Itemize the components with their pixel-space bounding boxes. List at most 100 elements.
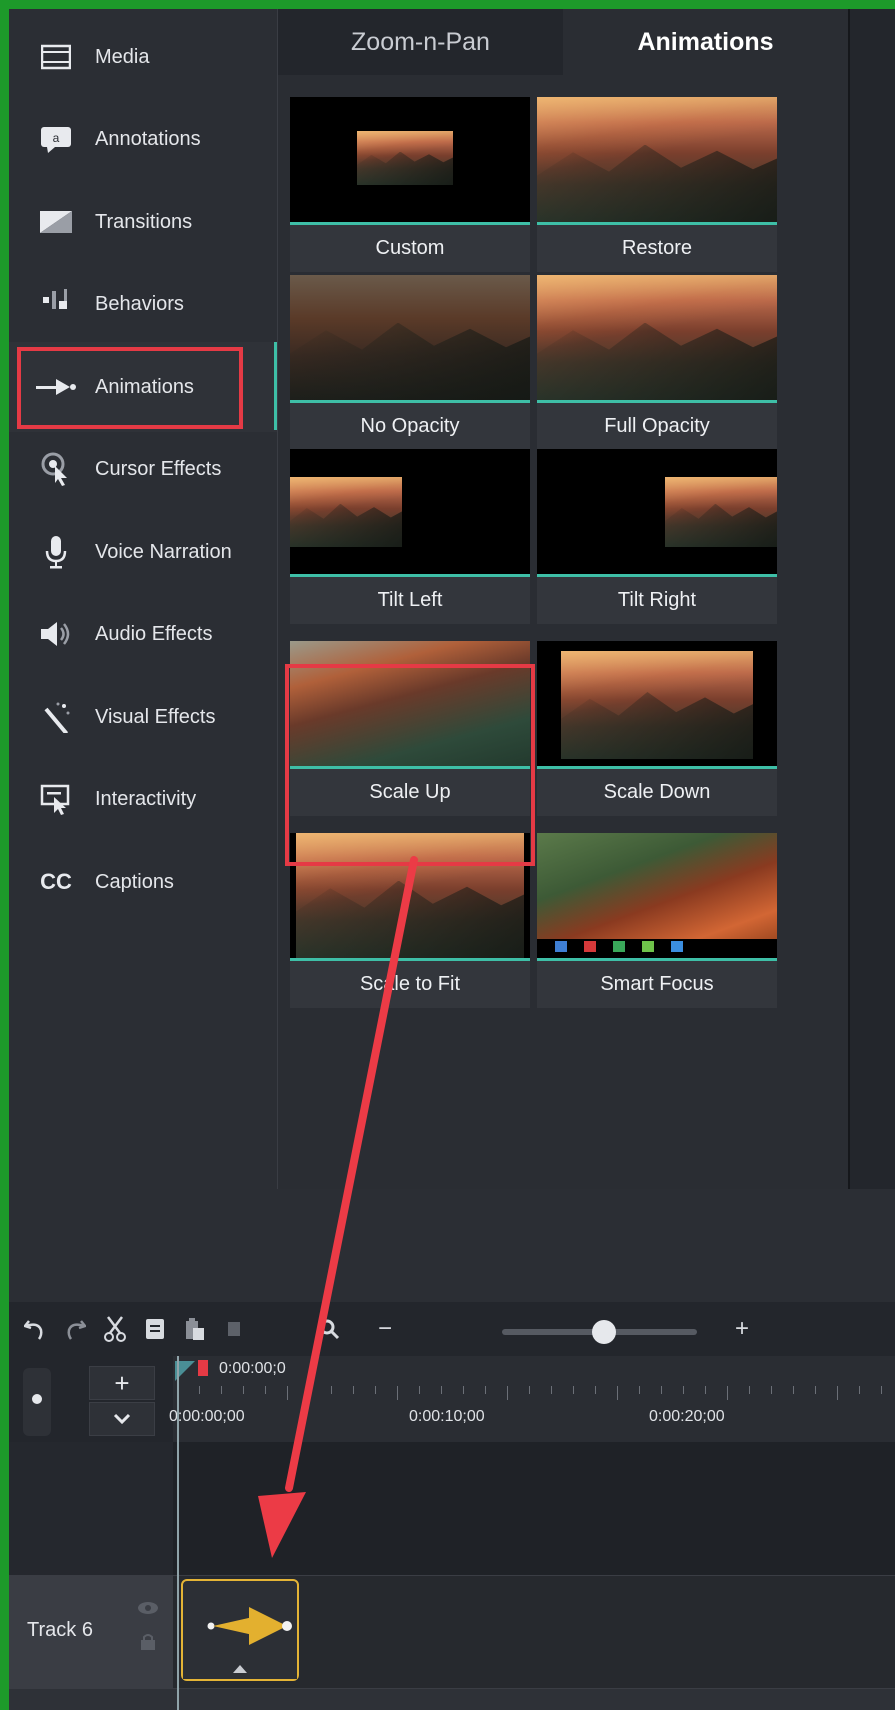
animation-label: Smart Focus — [600, 973, 714, 995]
cut-icon[interactable] — [95, 1309, 135, 1349]
active-indicator — [274, 342, 277, 430]
zoom-slider-knob[interactable] — [592, 1320, 616, 1344]
ruler-tick — [331, 1386, 332, 1394]
sidebar-item-label: Interactivity — [95, 787, 197, 810]
animation-thumbnail — [290, 449, 530, 577]
animation-label: Scale to Fit — [359, 973, 461, 995]
magic-wand-icon — [35, 696, 77, 738]
animation-tile-full-opacity[interactable]: Full Opacity — [537, 275, 777, 450]
interactivity-icon — [35, 778, 77, 820]
ruler-tick — [881, 1386, 882, 1394]
sidebar-item-visual-effects[interactable]: Visual Effects — [9, 672, 277, 762]
ruler-tick — [683, 1386, 684, 1394]
animation-thumbnail — [537, 449, 777, 577]
sidebar-item-label: Behaviors — [95, 292, 184, 315]
speaker-icon — [35, 613, 77, 655]
playhead-marker[interactable] — [198, 1360, 208, 1376]
animation-label: Tilt Left — [377, 589, 443, 611]
camtasia-window: Media a Annotations Transitions Behavior… — [9, 9, 895, 1710]
sidebar-item-label: Voice Narration — [95, 540, 232, 563]
eye-icon[interactable] — [137, 1601, 159, 1620]
ruler-tick — [727, 1386, 728, 1400]
ruler-tick — [287, 1386, 288, 1400]
ruler-tick — [749, 1386, 750, 1394]
playhead-time: 0:00:00;0 — [219, 1360, 286, 1377]
ruler-tick — [441, 1386, 442, 1394]
track-options-button[interactable] — [89, 1402, 155, 1436]
animation-tile-scale-down[interactable]: Scale Down — [537, 641, 777, 816]
cursor-effects-icon — [35, 448, 77, 490]
lock-icon[interactable] — [140, 1633, 156, 1656]
sidebar-item-animations[interactable]: Animations — [9, 342, 277, 432]
animation-tile-smart-focus[interactable]: Smart Focus — [537, 833, 777, 1008]
zoom-search-icon[interactable] — [309, 1309, 349, 1349]
animation-tile-restore[interactable]: Restore — [537, 97, 777, 272]
sidebar-item-voice-narration[interactable]: Voice Narration — [9, 507, 277, 597]
copy-icon[interactable] — [135, 1309, 175, 1349]
animation-thumbnail — [537, 641, 777, 769]
animation-clip[interactable] — [181, 1579, 299, 1681]
ruler-tick — [771, 1386, 772, 1394]
animation-tile-tilt-right[interactable]: Tilt Right — [537, 449, 777, 624]
tab-animations[interactable]: Animations — [563, 9, 848, 75]
sidebar-item-annotations[interactable]: a Annotations — [9, 94, 277, 184]
ruler-tick — [595, 1386, 596, 1394]
animation-label: Scale Up — [369, 781, 451, 803]
redo-icon[interactable] — [55, 1309, 95, 1349]
playhead-line — [177, 1356, 179, 1710]
add-track-button[interactable]: + — [89, 1366, 155, 1400]
animation-thumbnail — [290, 275, 530, 403]
ruler-tick — [485, 1386, 486, 1394]
panel-divider — [9, 1189, 895, 1302]
tools-sidebar: Media a Annotations Transitions Behavior… — [9, 9, 278, 1189]
ruler-tick — [309, 1386, 310, 1394]
ruler-tick — [221, 1386, 222, 1394]
animation-tile-no-opacity[interactable]: No Opacity — [290, 275, 530, 450]
animation-label: Custom — [375, 237, 445, 259]
track-header[interactable]: Track 6 — [9, 1575, 173, 1688]
ruler-tick — [463, 1386, 464, 1394]
split-icon[interactable] — [215, 1309, 255, 1349]
microphone-icon — [35, 531, 77, 573]
animation-arrow-icon — [35, 366, 77, 408]
undo-icon[interactable] — [15, 1309, 55, 1349]
ruler-tick — [837, 1386, 838, 1400]
ruler-tick — [573, 1386, 574, 1394]
ruler-tick — [815, 1386, 816, 1394]
animation-tile-scale-up[interactable]: Scale Up — [290, 641, 530, 816]
ruler-tick — [397, 1386, 398, 1400]
sidebar-item-media[interactable]: Media — [9, 12, 277, 102]
animation-thumbnail — [537, 97, 777, 225]
sidebar-item-transitions[interactable]: Transitions — [9, 177, 277, 267]
sidebar-item-label: Transitions — [95, 210, 193, 233]
animation-tile-scale-to-fit[interactable]: Scale to Fit — [290, 833, 530, 1008]
sidebar-item-captions[interactable]: CC Captions — [9, 837, 277, 927]
cc-icon: CC — [40, 869, 72, 894]
sidebar-item-behaviors[interactable]: Behaviors — [9, 259, 277, 349]
paste-icon[interactable] — [175, 1309, 215, 1349]
animation-label: Tilt Right — [617, 589, 697, 611]
ruler-tick — [793, 1386, 794, 1394]
animation-label: Restore — [621, 237, 693, 259]
sidebar-item-label: Visual Effects — [95, 705, 216, 728]
zoom-out-button[interactable]: − — [365, 1309, 405, 1349]
sidebar-item-label: Animations — [95, 375, 194, 398]
animations-grid: Custom Restore No Opacity Full Opacity T… — [278, 75, 848, 1189]
canvas-panel-edge — [848, 9, 895, 1189]
sidebar-item-audio-effects[interactable]: Audio Effects — [9, 589, 277, 679]
sidebar-item-label: Annotations — [95, 127, 201, 150]
tab-zoom-n-pan[interactable]: Zoom-n-Pan — [278, 9, 563, 75]
sidebar-item-interactivity[interactable]: Interactivity — [9, 754, 277, 844]
sidebar-item-label: Cursor Effects — [95, 457, 222, 480]
ruler-tick — [353, 1386, 354, 1394]
ruler-tick — [375, 1386, 376, 1394]
track-height-slider[interactable] — [23, 1368, 51, 1436]
ruler-tick — [617, 1386, 618, 1400]
ruler-tick — [507, 1386, 508, 1400]
ruler-tick — [243, 1386, 244, 1394]
animation-tile-custom[interactable]: Custom — [290, 97, 530, 272]
next-track-row — [9, 1688, 895, 1710]
sidebar-item-cursor-effects[interactable]: Cursor Effects — [9, 424, 277, 514]
zoom-in-button[interactable]: + — [722, 1309, 762, 1349]
animation-tile-tilt-left[interactable]: Tilt Left — [290, 449, 530, 624]
